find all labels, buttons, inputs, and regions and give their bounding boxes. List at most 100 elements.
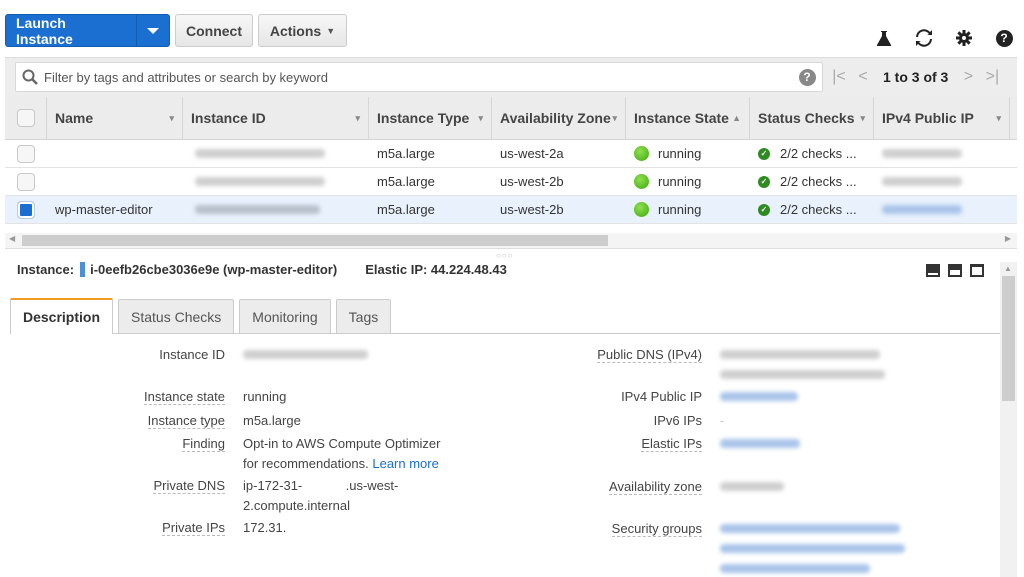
vertical-scrollbar[interactable]: ▲	[1000, 262, 1017, 577]
instance-label: Instance:	[17, 262, 75, 277]
connect-button[interactable]: Connect	[175, 14, 253, 47]
elastic-ip: Elastic IP: 44.224.48.43	[365, 262, 507, 277]
help-icon[interactable]: ?	[984, 26, 1024, 50]
launch-instance-label[interactable]: Launch Instance	[6, 15, 137, 47]
column-header-instance-state[interactable]: Instance State ▲	[626, 97, 750, 139]
running-status-icon	[634, 174, 649, 189]
column-header-instance-type[interactable]: Instance Type ▾	[369, 97, 492, 139]
scroll-left-icon[interactable]: ◀	[9, 234, 15, 243]
last-page-icon[interactable]: >|	[980, 68, 1004, 86]
cell-name: wp-master-editor	[55, 202, 153, 217]
filter-bar: ? |< < 1 to 3 of 3 > >|	[5, 57, 1017, 97]
field-label: Finding	[10, 434, 243, 474]
instance-state-label: Instance state	[144, 389, 225, 405]
security-group-link[interactable]	[720, 544, 905, 553]
table-row[interactable]: m5a.large us-west-2b running ✓ 2/2 checks…	[5, 168, 1017, 196]
table-row-selected[interactable]: wp-master-editor m5a.large us-west-2b ru…	[5, 196, 1017, 224]
cell-instance-type: m5a.large	[377, 202, 435, 217]
table-row[interactable]: m5a.large us-west-2a running ✓ 2/2 checks…	[5, 140, 1017, 168]
ipv4-public-ip-label: IPv4 Public IP	[621, 389, 702, 404]
row-checkbox[interactable]	[17, 144, 35, 163]
field-label: Security groups	[460, 519, 720, 577]
column-header-ipv4-public-ip[interactable]: IPv4 Public IP ▾	[874, 97, 1010, 139]
table-header: Name ▾ Instance ID ▾ Instance Type ▾ Availa…	[5, 97, 1017, 140]
search-input[interactable]	[44, 69, 792, 85]
tab-description[interactable]: Description	[10, 298, 114, 334]
public-dns-value	[720, 345, 885, 385]
prev-page-icon[interactable]: <	[851, 68, 875, 86]
redacted-ip-link[interactable]	[720, 439, 800, 448]
ipv4-public-ip-value[interactable]	[720, 387, 798, 407]
cell-name	[47, 168, 183, 195]
scroll-up-icon[interactable]: ▲	[1004, 264, 1012, 273]
launch-instance-button[interactable]: Launch Instance	[5, 14, 170, 47]
redacted-ip-link[interactable]	[882, 205, 962, 214]
field-label: Elastic IPs	[460, 434, 720, 454]
redacted-instance-id	[195, 149, 325, 158]
running-status-icon	[634, 146, 649, 161]
horizontal-scrollbar[interactable]: ◀ ▶	[5, 233, 1017, 249]
security-group-link[interactable]	[720, 524, 900, 533]
column-label: IPv4 Public IP	[882, 110, 974, 126]
checks-text: 2/2 checks ...	[780, 202, 857, 217]
flask-icon[interactable]	[864, 26, 904, 50]
field-label: IPv6 IPs	[460, 411, 720, 431]
chevron-down-icon: ▼	[326, 25, 336, 36]
state-text: running	[658, 202, 702, 217]
pagination-text: 1 to 3 of 3	[883, 69, 949, 85]
row-checkbox-checked[interactable]	[17, 200, 35, 219]
pane-splitter-handle[interactable]: ○○○	[496, 251, 514, 260]
check-circle-icon: ✓	[758, 203, 770, 216]
instance-marker	[80, 262, 86, 277]
elastic-ips-value[interactable]	[720, 434, 800, 454]
layout-bottom-medium-icon[interactable]	[948, 264, 962, 277]
column-header-status-checks[interactable]: Status Checks ▾	[750, 97, 874, 139]
tab-tags[interactable]: Tags	[335, 299, 392, 333]
redacted-public-dns	[720, 350, 880, 359]
security-groups-label: Security groups	[611, 521, 702, 537]
row-select-cell	[5, 144, 47, 163]
pagination: |< < 1 to 3 of 3 > >|	[827, 58, 1004, 96]
cell-status-checks: ✓ 2/2 checks ...	[750, 196, 874, 223]
column-label: Instance State	[634, 110, 729, 126]
field-label: Private DNS	[10, 476, 243, 516]
checks-text: 2/2 checks ...	[780, 146, 857, 161]
select-all-cell	[5, 97, 47, 139]
security-group-link[interactable]	[720, 564, 870, 573]
actions-button[interactable]: Actions ▼	[258, 14, 347, 47]
cell-instance-type: m5a.large	[377, 174, 435, 189]
search-help-button[interactable]: ?	[792, 68, 822, 86]
tab-monitoring[interactable]: Monitoring	[239, 299, 331, 333]
state-text: running	[658, 174, 702, 189]
selected-instance-summary: Instance: i-0eefb26cbe3036e9e (wp-master…	[17, 262, 507, 277]
layout-bottom-large-icon[interactable]	[970, 264, 984, 277]
row-checkbox[interactable]	[17, 172, 35, 191]
launch-dropdown-toggle[interactable]	[137, 15, 169, 46]
row-select-cell	[5, 172, 47, 191]
redacted-ip-link[interactable]	[720, 392, 798, 401]
select-all-checkbox[interactable]	[16, 109, 35, 127]
vertical-scrollbar-thumb[interactable]	[1002, 276, 1015, 401]
actions-label: Actions	[269, 22, 322, 39]
horizontal-scrollbar-thumb[interactable]	[22, 235, 608, 246]
cell-instance-type: m5a.large	[377, 146, 435, 161]
column-header-instance-id[interactable]: Instance ID ▾	[183, 97, 369, 139]
first-page-icon[interactable]: |<	[827, 68, 851, 86]
scroll-right-icon[interactable]: ▶	[1005, 234, 1011, 243]
refresh-icon[interactable]	[904, 26, 944, 50]
search-box[interactable]: ?	[15, 62, 823, 92]
learn-more-link[interactable]: Learn more	[372, 456, 438, 471]
next-page-icon[interactable]: >	[956, 68, 980, 86]
instances-table: Name ▾ Instance ID ▾ Instance Type ▾ Availa…	[5, 97, 1017, 224]
tab-status-checks[interactable]: Status Checks	[118, 299, 235, 333]
cell-ipv4-public-ip	[874, 196, 1010, 223]
availability-zone-value	[720, 477, 784, 497]
cell-ipv4-public-ip	[874, 140, 1010, 167]
column-header-name[interactable]: Name ▾	[47, 97, 183, 139]
layout-bottom-small-icon[interactable]	[926, 264, 940, 277]
column-header-availability-zone[interactable]: Availability Zone ▾	[492, 97, 626, 139]
column-label: Name	[55, 110, 94, 126]
field-label: Availability zone	[460, 477, 720, 497]
gear-icon[interactable]	[944, 26, 984, 50]
redacted-instance-id	[195, 177, 325, 186]
